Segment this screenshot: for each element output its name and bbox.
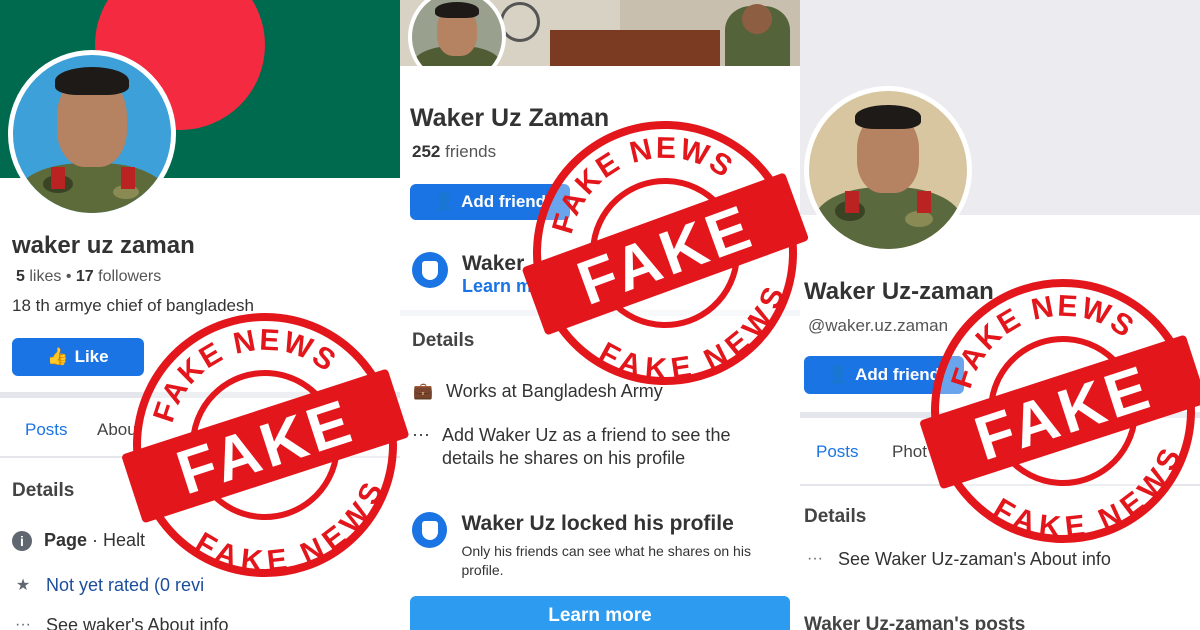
posts-heading: Waker Uz-zaman's posts — [804, 614, 1026, 630]
rating-text: Not yet rated (0 revi — [46, 574, 205, 595]
avatar-person-image — [13, 55, 171, 213]
learn-more-link[interactable]: Learn m — [462, 276, 532, 297]
shield-icon — [412, 252, 448, 288]
details-heading: Details — [12, 480, 75, 501]
thumbs-up-icon: 👍 — [47, 347, 69, 366]
about-link: See waker's About info — [46, 614, 229, 630]
tabs-divider — [800, 484, 1200, 486]
tab-photos[interactable]: Phot — [892, 442, 927, 462]
add-friend-label: Add friend — [855, 365, 941, 384]
likes-count: 5 — [16, 268, 25, 285]
locked-title: Waker Uz locked his profile — [461, 512, 734, 535]
about-link: See Waker Uz-zaman's About info — [838, 548, 1111, 569]
add-friend-note: Add Waker Uz as a friend to see the deta… — [441, 425, 731, 469]
info-icon: i — [12, 530, 32, 551]
profile-handle: @waker.uz.zaman — [808, 316, 949, 335]
like-button[interactable]: 👍 Like — [12, 338, 144, 376]
details-rating-row[interactable]: ★ Not yet rated (0 revi — [12, 574, 204, 596]
details-card — [400, 316, 800, 630]
page-label: Page — [44, 530, 88, 550]
followers-label: followers — [98, 268, 162, 285]
friends-label: friends — [445, 142, 497, 161]
section-divider — [800, 412, 1200, 418]
friends-count-text: 252 friends — [412, 142, 496, 162]
shield-icon — [412, 512, 448, 548]
profile-name: Waker Uz-zaman — [804, 278, 994, 305]
profile-avatar[interactable] — [804, 86, 972, 254]
add-friend-button[interactable]: 👤 Add friend — [410, 184, 570, 220]
details-heading: Details — [804, 506, 867, 527]
locked-banner-title: Waker — [462, 252, 525, 275]
avatar-person-image — [809, 91, 967, 249]
fan-icon — [500, 2, 540, 42]
learn-more-button[interactable]: Learn more — [410, 596, 790, 630]
tab-posts[interactable]: Posts — [25, 420, 68, 440]
friends-count: 252 — [412, 142, 441, 161]
more-dots-icon: ··· — [412, 424, 430, 444]
profile-panel-1: waker uz zaman 5 likes • 17 followers 18… — [0, 0, 400, 630]
locked-description: Only his friends can see what he shares … — [461, 543, 751, 578]
tab-about[interactable]: About — [97, 420, 141, 440]
add-friend-note-row: ··· Add Waker Uz as a friend to see the … — [412, 424, 772, 471]
briefcase-icon: 💼 — [413, 383, 433, 400]
like-button-label: Like — [74, 347, 109, 366]
profile-bio: 18 th armye chief of bangladesh — [12, 296, 254, 315]
more-dots-icon: ··· — [15, 616, 31, 630]
profile-name: Waker Uz Zaman — [410, 104, 610, 132]
add-friend-button[interactable]: 👤 Add friend — [804, 356, 964, 394]
details-about-row[interactable]: ··· See Waker Uz-zaman's About info — [804, 548, 1111, 570]
details-about-row[interactable]: ··· See waker's About info — [12, 614, 229, 630]
add-person-icon: 👤 — [827, 365, 850, 384]
more-dots-icon: ··· — [807, 550, 823, 567]
star-icon: ★ — [15, 577, 31, 594]
add-person-icon: 👤 — [433, 192, 456, 211]
section-divider — [0, 392, 400, 398]
profile-panel-3: Waker Uz-zaman @waker.uz.zaman 👤 Add fri… — [800, 0, 1200, 630]
details-page-row: i Page · Healt — [12, 530, 145, 551]
works-at-text: Works at Bangladesh Army — [446, 380, 663, 401]
stats-separator: • — [65, 268, 76, 285]
profile-panel-2: Waker Uz Zaman 252 friends 👤 Add friend … — [400, 0, 800, 630]
profile-name: waker uz zaman — [12, 232, 195, 259]
works-at-row: 💼 Works at Bangladesh Army — [412, 380, 663, 402]
tabs-divider — [0, 456, 400, 458]
followers-count: 17 — [75, 268, 94, 285]
likes-label: likes — [29, 268, 62, 285]
locked-profile-banner: Waker Learn m — [412, 252, 532, 297]
page-category: · Healt — [92, 530, 146, 550]
profile-avatar[interactable] — [8, 50, 176, 218]
profile-stats: 5 likes • 17 followers — [16, 268, 161, 286]
locked-profile-section: Waker Uz locked his profile Only his fri… — [412, 512, 792, 580]
add-friend-label: Add friend — [461, 192, 547, 211]
details-heading: Details — [412, 330, 475, 351]
tab-posts[interactable]: Posts — [816, 442, 859, 462]
